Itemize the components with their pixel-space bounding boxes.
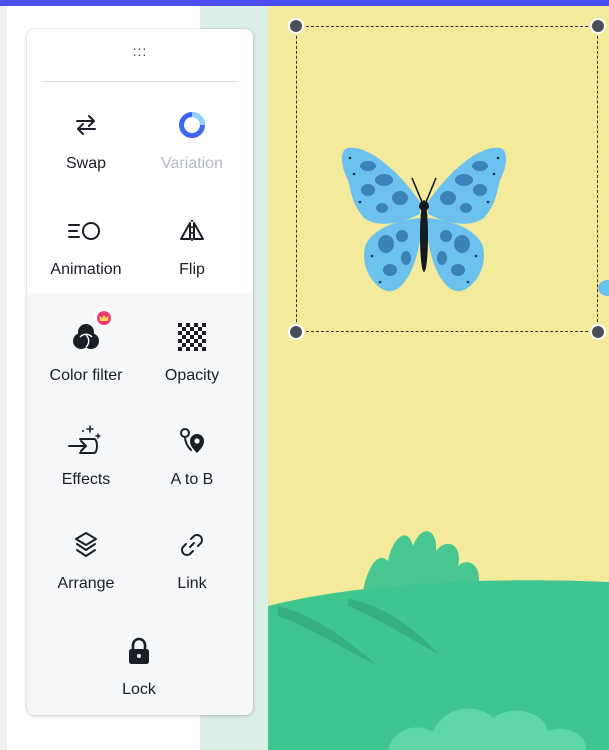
padlock-icon bbox=[84, 633, 194, 669]
link-button[interactable]: Link bbox=[137, 527, 247, 607]
arrange-label: Arrange bbox=[57, 575, 115, 592]
resize-handle-bottom-right[interactable] bbox=[590, 324, 606, 340]
arrange-button[interactable]: Arrange bbox=[31, 527, 141, 607]
resize-handle-bottom-left[interactable] bbox=[288, 324, 304, 340]
lock-label: Lock bbox=[122, 681, 156, 698]
link-label: Link bbox=[177, 575, 207, 592]
opacity-button[interactable]: Opacity bbox=[137, 319, 247, 399]
variation-label: Variation bbox=[161, 155, 223, 172]
crown-icon bbox=[95, 309, 113, 327]
swap-label: Swap bbox=[65, 155, 107, 172]
a-to-b-button[interactable]: A to B bbox=[137, 423, 247, 503]
swap-button[interactable]: Swap bbox=[31, 107, 141, 187]
color-filter-icon bbox=[31, 319, 141, 355]
path-pin-icon bbox=[137, 423, 247, 459]
a-to-b-label: A to B bbox=[170, 471, 214, 488]
color-filter-label: Color filter bbox=[49, 367, 123, 384]
resize-handle-top-right[interactable] bbox=[590, 18, 606, 34]
flip-icon bbox=[137, 213, 247, 249]
left-gutter bbox=[0, 6, 7, 750]
object-toolbar: ::: Swap Variation Animation Flip Color … bbox=[27, 29, 253, 715]
link-icon bbox=[137, 527, 247, 563]
color-filter-button[interactable]: Color filter bbox=[31, 309, 141, 399]
toolbar-divider bbox=[41, 81, 239, 82]
variation-ring-icon bbox=[137, 107, 247, 143]
effects-button[interactable]: Effects bbox=[31, 423, 141, 503]
opacity-label: Opacity bbox=[164, 367, 220, 384]
animation-label: Animation bbox=[50, 261, 122, 278]
flip-label: Flip bbox=[179, 261, 205, 278]
flip-button[interactable]: Flip bbox=[137, 213, 247, 293]
variation-button[interactable]: Variation bbox=[137, 107, 247, 187]
effects-label: Effects bbox=[61, 471, 111, 488]
offscreen-shape bbox=[598, 280, 609, 296]
effects-sparkle-icon bbox=[31, 423, 141, 459]
butterfly-graphic[interactable] bbox=[338, 140, 510, 304]
animation-icon bbox=[31, 213, 141, 249]
swap-arrows-icon bbox=[31, 107, 141, 143]
resize-handle-top-left[interactable] bbox=[288, 18, 304, 34]
checkerboard-icon bbox=[137, 319, 247, 355]
animation-button[interactable]: Animation bbox=[31, 213, 141, 293]
drag-handle-icon[interactable]: ::: bbox=[27, 43, 253, 59]
lock-button[interactable]: Lock bbox=[84, 633, 194, 713]
layers-icon bbox=[31, 527, 141, 563]
